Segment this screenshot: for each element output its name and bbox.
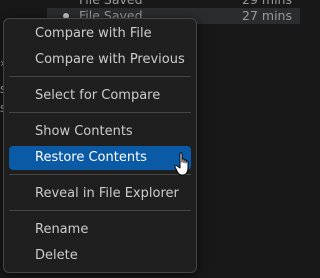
timeline-item-label: File Saved	[79, 0, 143, 8]
menu-separator	[9, 210, 191, 211]
menu-item-compare-with-previous[interactable]: Compare with Previous	[9, 48, 191, 72]
menu-separator	[9, 112, 191, 113]
menu-item-restore-contents[interactable]: Restore Contents	[9, 146, 191, 170]
timeline-item-time: 29 mins	[242, 0, 292, 8]
menu-item-compare-with-file[interactable]: Compare with File	[9, 22, 191, 46]
menu-item-show-contents[interactable]: Show Contents	[9, 120, 191, 144]
menu-item-select-for-compare[interactable]: Select for Compare	[9, 84, 191, 108]
timeline-item-time: 27 mins	[242, 8, 292, 23]
menu-separator	[9, 76, 191, 77]
menu-item-rename[interactable]: Rename	[9, 218, 191, 242]
context-menu: Compare with File Compare with Previous …	[3, 18, 197, 273]
menu-item-delete[interactable]: Delete	[9, 244, 191, 268]
menu-item-reveal-in-file-explorer[interactable]: Reveal in File Explorer	[9, 182, 191, 206]
menu-separator	[9, 174, 191, 175]
hand-pointer-icon	[174, 152, 189, 176]
timeline-item[interactable]: File Saved 29 mins	[47, 0, 300, 8]
